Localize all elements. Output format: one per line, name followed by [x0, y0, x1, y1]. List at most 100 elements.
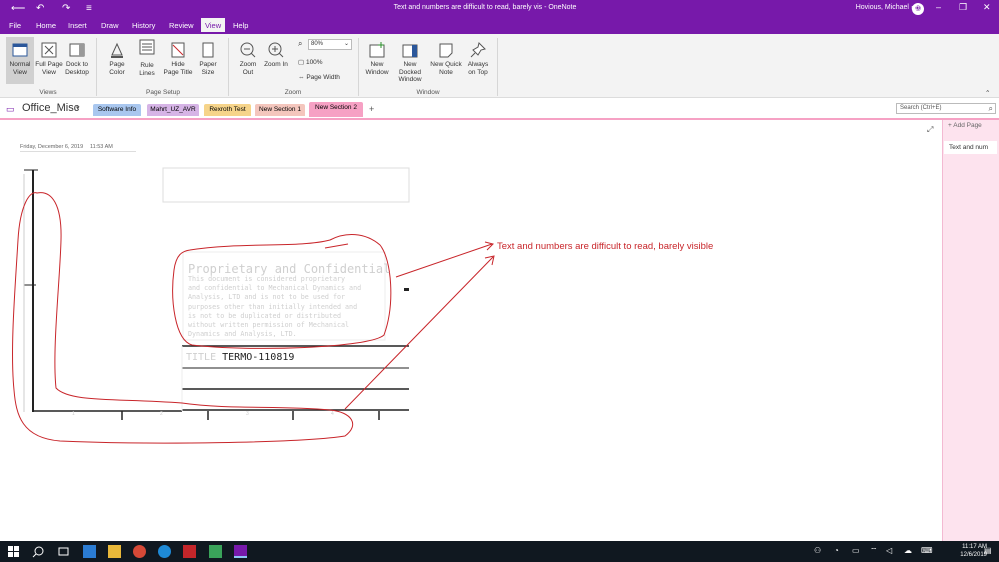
- page-width-button[interactable]: ⇔ Page Width: [298, 74, 340, 81]
- paper-size-icon: [202, 42, 214, 58]
- ruler-label: 3: [246, 411, 249, 417]
- chevron-down-icon[interactable]: ▾: [76, 104, 80, 112]
- always-on-top-label: Always on Top: [467, 61, 489, 76]
- internet-explorer-icon[interactable]: [158, 545, 171, 558]
- maximize-icon[interactable]: ❐: [959, 2, 967, 13]
- new-quick-note-button[interactable]: New Quick Note: [430, 41, 462, 76]
- tab-rexroth-test[interactable]: Rexroth Test: [204, 104, 251, 116]
- hide-page-title-button[interactable]: Hide Page Title: [163, 41, 193, 76]
- outlook-icon[interactable]: [83, 545, 96, 558]
- tab-software-info[interactable]: Software Info: [93, 104, 141, 116]
- clock[interactable]: 11:17 AM 12/6/2019: [960, 544, 987, 559]
- tab-review[interactable]: Review: [169, 21, 194, 30]
- new-docked-window-button[interactable]: New Docked Window: [392, 41, 428, 84]
- search-input[interactable]: Search (Ctrl+E) ⌕: [896, 103, 996, 114]
- new-window-label: New Window: [365, 61, 389, 76]
- chrome-icon[interactable]: [133, 545, 146, 558]
- windows-start-icon[interactable]: [7, 545, 20, 558]
- zoom-out-label: Zoom Out: [239, 61, 257, 76]
- normal-view-label: Normal View: [9, 61, 31, 76]
- full-page-view-icon: [41, 42, 57, 58]
- tab-insert[interactable]: Insert: [68, 21, 87, 30]
- group-divider: [497, 38, 498, 96]
- zoom-out-icon: [240, 42, 256, 58]
- notification-icon[interactable]: ▤: [984, 546, 992, 555]
- search-icon[interactable]: ⌕: [989, 104, 993, 113]
- customize-quick-access-icon[interactable]: ≡: [86, 3, 92, 15]
- rule-lines-label: Rule Lines: [139, 62, 155, 77]
- acrobat-icon[interactable]: [183, 545, 196, 558]
- collapse-ribbon-icon[interactable]: ⌃: [985, 89, 990, 97]
- minimize-icon[interactable]: –: [936, 2, 941, 12]
- page-color-icon: [111, 42, 123, 58]
- taskbar: ⚇ ◔ ▭ ⌔ ◁ ☁ ⌨ 11:17 AM 12/6/2019 ▤: [0, 541, 999, 562]
- zoom-level-select[interactable]: 80% ⌄: [308, 39, 352, 50]
- user-name[interactable]: Hovious, Michael: [856, 4, 909, 11]
- battery-icon[interactable]: ▭: [852, 546, 860, 555]
- zoom-in-button[interactable]: Zoom In: [264, 41, 288, 69]
- task-view-icon[interactable]: [57, 545, 70, 558]
- new-window-button[interactable]: New Window: [364, 41, 390, 76]
- quick-note-icon: [439, 43, 453, 58]
- new-quick-note-label: New Quick Note: [430, 61, 462, 76]
- title-label: TITLE: [186, 352, 217, 363]
- page-setup-group-label: Page Setup: [146, 89, 180, 96]
- tab-new-section-2[interactable]: New Section 2: [309, 102, 363, 117]
- zoom-group-label: Zoom: [284, 89, 302, 96]
- tab-mahrt-uz-avr[interactable]: Mahrt_UZ_AVR: [147, 104, 199, 116]
- onedrive-icon[interactable]: ☁: [904, 546, 912, 555]
- back-icon[interactable]: ⟵: [11, 3, 25, 15]
- zoom-out-button[interactable]: Zoom Out: [236, 41, 260, 76]
- volume-icon[interactable]: ◁: [886, 546, 892, 555]
- file-explorer-icon[interactable]: [108, 545, 121, 558]
- notebook-name[interactable]: Office_Misc: [22, 102, 79, 114]
- page-canvas[interactable]: Friday, December 6, 2019 11:53 AM ⤢ Prop…: [0, 120, 942, 541]
- page-list: [942, 120, 999, 541]
- always-on-top-button[interactable]: Always on Top: [465, 41, 491, 76]
- drawing-image[interactable]: [0, 120, 942, 541]
- app-icon[interactable]: [209, 545, 222, 558]
- dock-to-desktop-button[interactable]: Dock to Desktop: [63, 41, 91, 76]
- paper-size-button[interactable]: Paper Size: [195, 41, 221, 76]
- tab-help[interactable]: Help: [233, 21, 248, 30]
- tab-view[interactable]: View: [201, 18, 226, 34]
- undo-icon[interactable]: ↶: [36, 3, 44, 15]
- ribbon: Normal View Full Page View Dock to Deskt…: [0, 34, 999, 98]
- page-width-label: Page Width: [306, 74, 340, 81]
- full-page-view-button[interactable]: Full Page View: [35, 41, 63, 76]
- network-icon[interactable]: ◔: [834, 546, 839, 555]
- tab-new-section-1[interactable]: New Section 1: [255, 104, 305, 116]
- close-icon[interactable]: ✕: [983, 2, 991, 13]
- tab-home[interactable]: Home: [36, 21, 56, 30]
- clock-time: 11:17 AM: [962, 544, 987, 550]
- proprietary-line: is not to be duplicated or distributed: [188, 311, 341, 320]
- language-icon[interactable]: ⌨: [921, 546, 933, 555]
- tab-file[interactable]: File: [9, 21, 21, 30]
- page-color-button[interactable]: Page Color: [104, 41, 130, 76]
- hundred-percent-button[interactable]: ▢ 100%: [298, 58, 323, 66]
- page-color-label: Page Color: [109, 61, 125, 76]
- proprietary-line: Analysis, LTD and is not to be used for: [188, 293, 346, 302]
- zoom-magnifier-icon: ⌕: [298, 39, 303, 48]
- group-divider: [358, 38, 359, 96]
- zoom-in-label: Zoom In: [264, 61, 288, 68]
- people-icon[interactable]: ⚇: [814, 546, 821, 555]
- normal-view-button[interactable]: Normal View: [6, 37, 34, 84]
- wifi-icon[interactable]: ⌔: [870, 546, 878, 556]
- add-section-icon[interactable]: +: [369, 104, 374, 114]
- ink-annotation[interactable]: Text and numbers are difficult to read, …: [497, 241, 713, 252]
- tab-history[interactable]: History: [132, 21, 155, 30]
- rule-lines-button[interactable]: Rule Lines: [133, 38, 161, 77]
- title-bar: ⟵ ↶ ↷ ≡ Text and numbers are difficult t…: [0, 0, 999, 18]
- ruler-label: 4: [331, 411, 334, 417]
- add-page-button[interactable]: + Add Page: [948, 122, 982, 129]
- redo-icon[interactable]: ↷: [62, 3, 70, 15]
- search-placeholder: Search (Ctrl+E): [900, 105, 942, 111]
- proprietary-heading: Proprietary and Confidential: [188, 262, 391, 276]
- ribbon-display-icon[interactable]: ▭: [911, 2, 920, 13]
- onenote-icon[interactable]: [234, 545, 247, 558]
- new-docked-window-label: New Docked Window: [398, 61, 422, 83]
- page-list-item[interactable]: Text and num: [944, 141, 997, 154]
- tab-draw[interactable]: Draw: [101, 21, 119, 30]
- search-icon[interactable]: [32, 545, 45, 558]
